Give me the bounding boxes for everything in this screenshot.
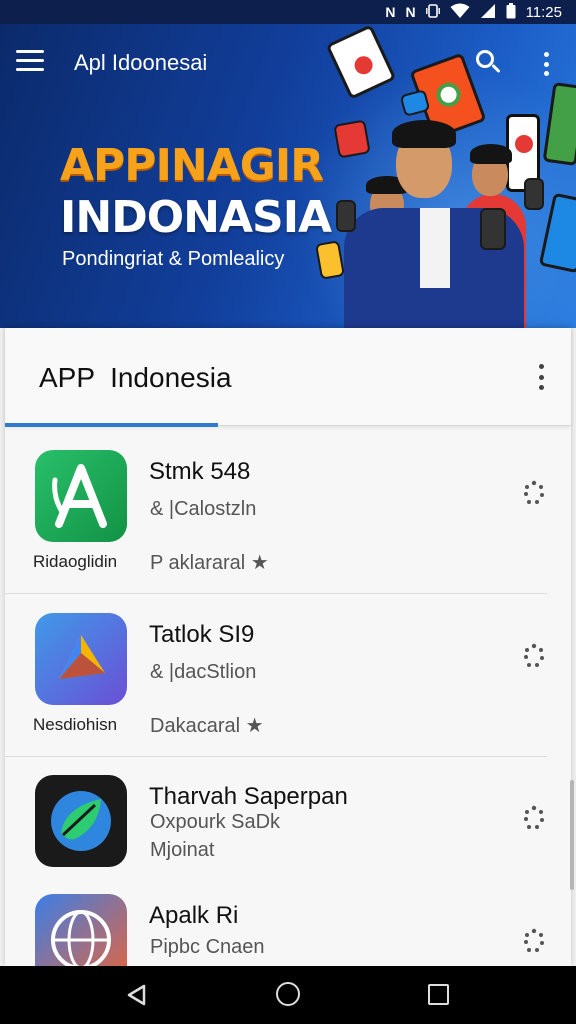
home-icon[interactable]: [276, 982, 300, 1006]
promo-headline-secondary: INDONASIA: [60, 192, 332, 243]
card-header: APP Indonesia: [5, 328, 571, 427]
nfc-icon: N: [405, 4, 416, 20]
person-illustration: [334, 120, 524, 328]
signal-icon: [480, 3, 496, 21]
promo-headline: APPINAGIR: [60, 140, 324, 191]
list-item[interactable]: Nesdiohisn Tatlok SI9 & |dacStlion Dakac…: [5, 595, 571, 757]
card-more-vert-icon[interactable]: [535, 364, 547, 390]
app-subtitle: & |Calostzln: [150, 498, 257, 520]
recents-icon[interactable]: [428, 984, 449, 1005]
tab-indicator: [5, 423, 218, 427]
loading-spinner-icon[interactable]: [523, 480, 545, 506]
back-icon[interactable]: [126, 984, 148, 1006]
vibrate-icon: [425, 4, 440, 20]
scrollbar-thumb[interactable]: [570, 780, 574, 890]
promo-tagline: Pondingriat & Pomlealicy: [62, 248, 285, 270]
app-meta: Mjoinat: [150, 839, 215, 861]
app-bar: Apl Idoonesai: [0, 24, 576, 100]
navigation-bar: [0, 966, 576, 1024]
search-icon[interactable]: [474, 48, 504, 78]
floating-phone-image: [336, 200, 356, 232]
star-icon: ★: [250, 552, 269, 574]
wifi-icon: [450, 3, 470, 21]
row-divider: [5, 593, 547, 594]
status-time: 11:25: [525, 3, 562, 21]
loading-spinner-icon[interactable]: [523, 805, 545, 831]
loading-spinner-icon[interactable]: [523, 928, 545, 954]
nfc-icon: N: [385, 4, 396, 20]
app-caption: Ridaoglidin: [33, 552, 118, 571]
app-subtitle: & |dacStlion: [150, 661, 257, 683]
status-bar: N N 11:25: [0, 0, 576, 24]
app-subtitle: Oxpourk SaDk: [150, 811, 281, 833]
app-subtitle: Pipbc Cnaen: [150, 936, 265, 958]
app-name: Tharvah Saperpan: [149, 783, 348, 810]
floating-phone-image: [524, 178, 544, 210]
list-item[interactable]: Ridaoglidin Stmk 548 & |Calostzln P akla…: [5, 432, 571, 594]
star-icon: ★: [245, 715, 264, 737]
app-list-card: APP Indonesia Ridaoglidin Stmk 548 & |Ca…: [5, 328, 571, 968]
app-name: Stmk 548: [149, 458, 251, 485]
battery-icon: [506, 3, 516, 21]
play-triangle-app-icon: [35, 613, 127, 705]
list-item[interactable]: Apalk Ri Pipbc Cnaen: [5, 884, 571, 968]
app-meta: Dakacaral ★: [150, 713, 264, 738]
card-title: APP Indonesia: [39, 362, 232, 393]
letter-a-app-icon: [35, 450, 127, 542]
menu-icon[interactable]: [16, 50, 44, 72]
app-name: Apalk Ri: [149, 902, 239, 929]
app-caption: Nesdiohisn: [33, 715, 118, 734]
app-meta-text: P aklararal: [150, 552, 246, 574]
app-meta: P aklararal ★: [150, 550, 269, 575]
app-meta-text: Dakacaral: [150, 715, 241, 737]
promo-banner[interactable]: APPINAGIR INDONASIA Pondingriat & Pomlea…: [0, 24, 576, 328]
loading-spinner-icon[interactable]: [523, 643, 545, 669]
more-vert-icon[interactable]: [536, 50, 556, 78]
app-bar-title: Apl Idoonesai: [74, 50, 208, 75]
app-name: Tatlok SI9: [149, 621, 255, 648]
globe-leaf-app-icon: [35, 775, 127, 867]
globe-app-icon: [35, 894, 127, 968]
